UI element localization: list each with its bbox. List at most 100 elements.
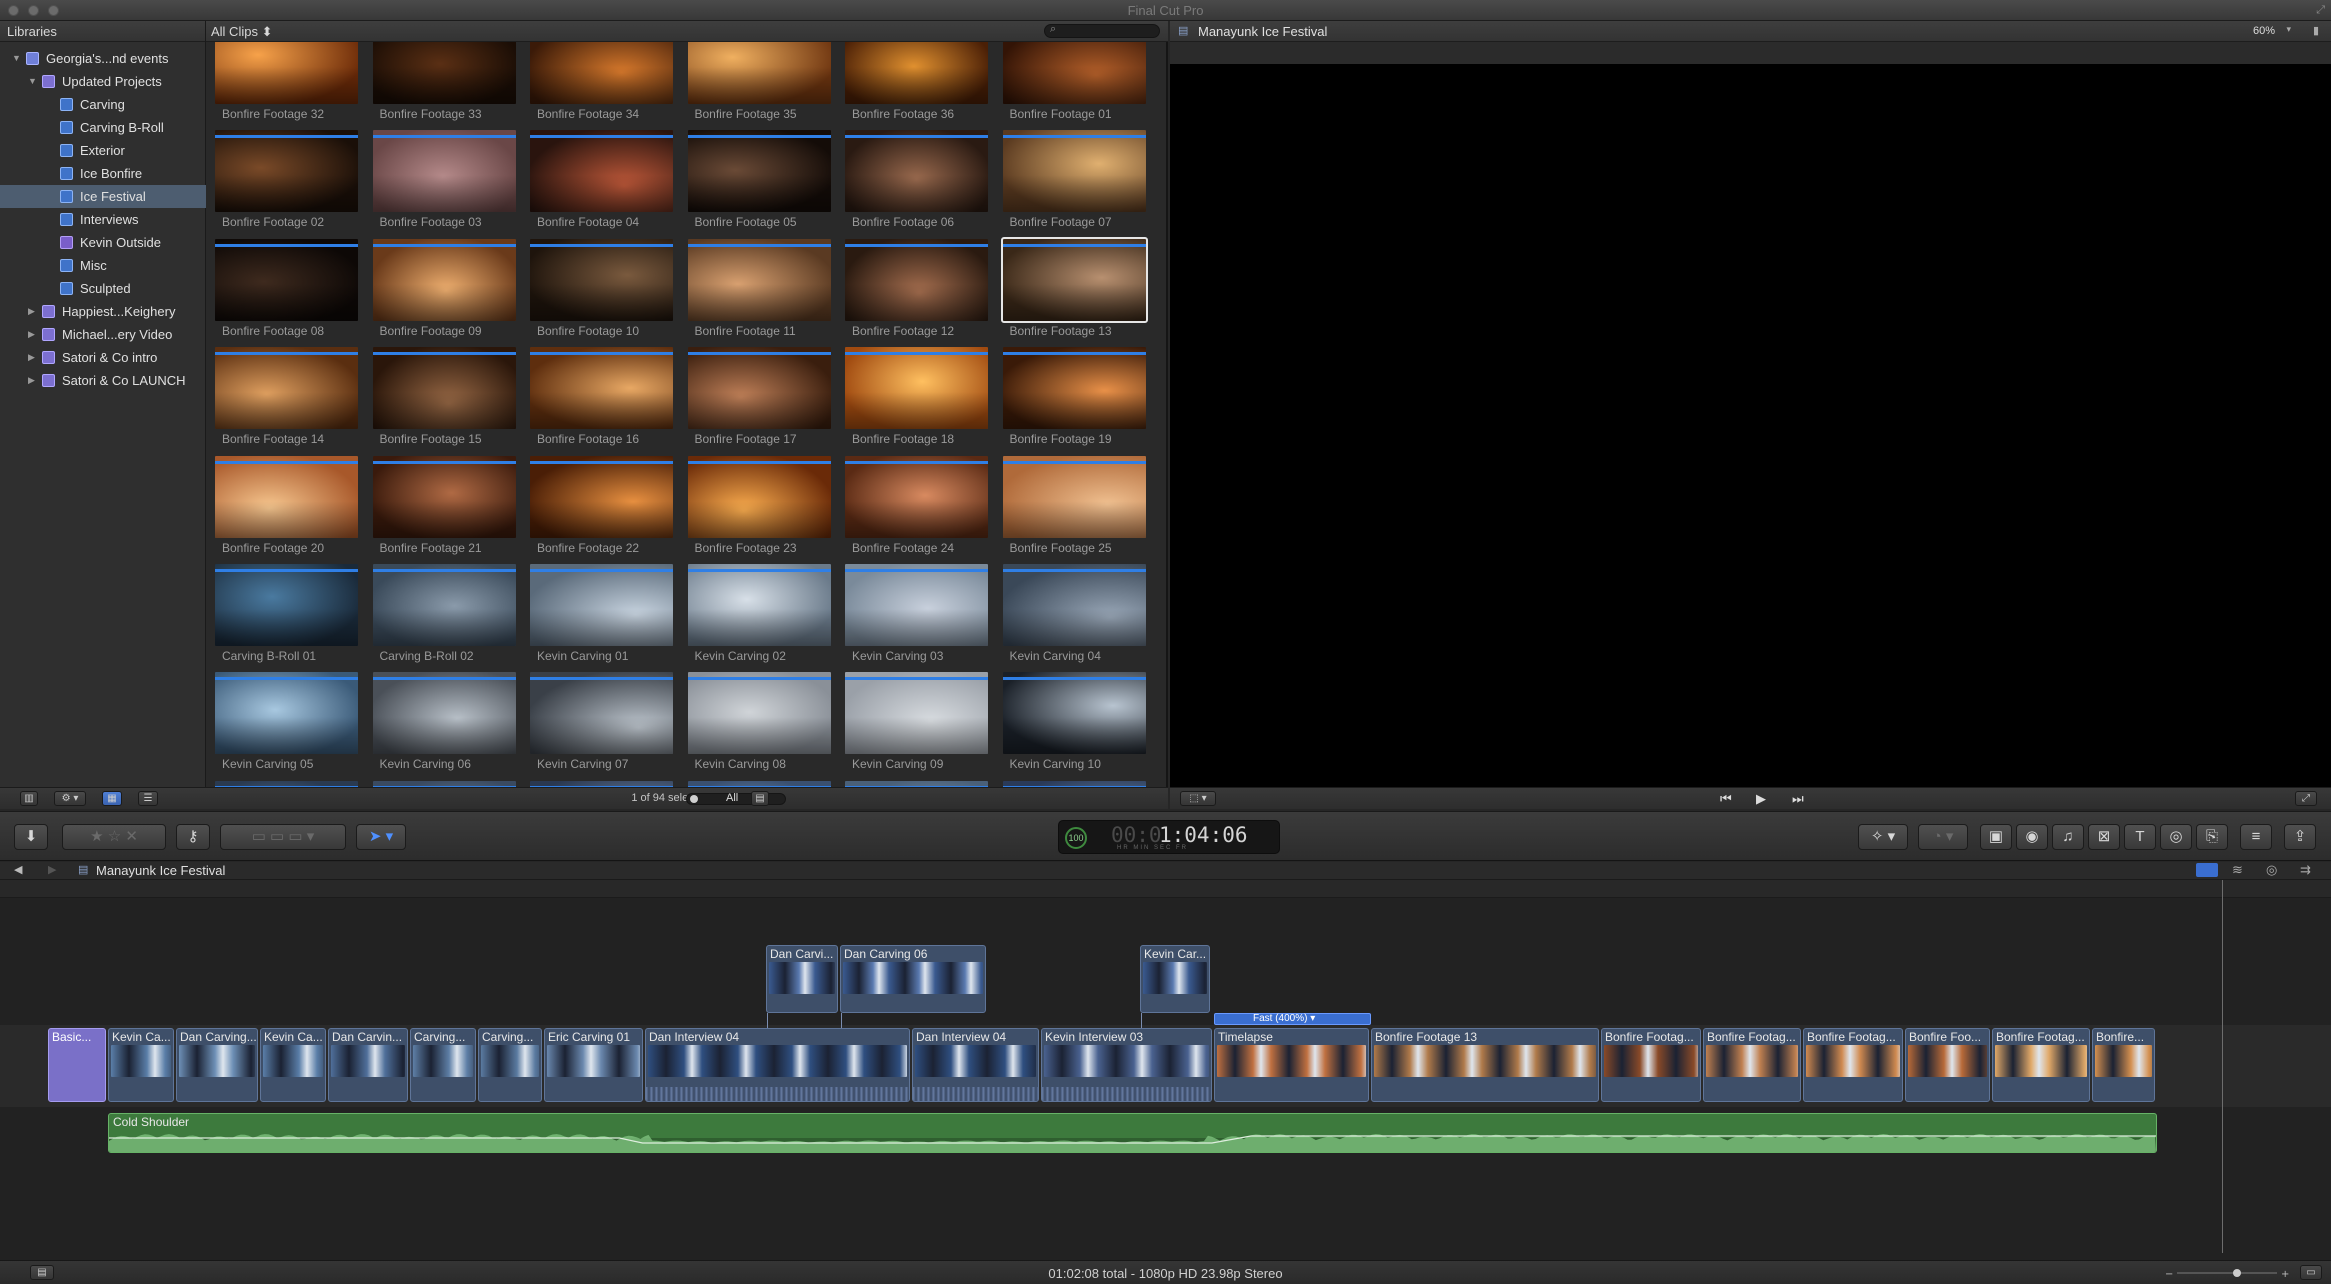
music-browser-icon[interactable]: ♫ [2052, 824, 2084, 850]
disclosure-open-icon[interactable]: ▼ [12, 47, 21, 70]
timeline-clip[interactable]: Bonfire... [2092, 1028, 2155, 1102]
rating-keyword-group[interactable]: ★ ☆ ✕ [62, 824, 166, 850]
disclosure-closed-icon[interactable]: ▶ [28, 323, 35, 346]
clip-thumbnail[interactable] [530, 238, 673, 321]
background-tasks-icon[interactable]: ≡ [2240, 824, 2272, 850]
timeline-clip[interactable]: Dan Interview 04 [645, 1028, 910, 1102]
background-tasks-indicator[interactable]: 100 [1065, 827, 1087, 849]
clip-thumbnail[interactable] [687, 672, 831, 755]
timeline-clip[interactable]: Bonfire Footag... [1992, 1028, 2090, 1102]
clip-thumbnail[interactable] [845, 238, 988, 321]
timeline-clip[interactable]: Bonfire Foo... [1905, 1028, 1990, 1102]
back-icon[interactable]: ◀ [14, 863, 22, 876]
clip-thumbnail[interactable] [215, 564, 358, 646]
select-tool-icon[interactable]: ➤ ▾ [356, 824, 406, 850]
titles-icon[interactable]: T [2124, 824, 2156, 850]
library-item[interactable]: Ice Festival [0, 185, 206, 208]
playhead[interactable] [2222, 880, 2223, 1253]
solo-icon[interactable]: ◎ [2266, 862, 2277, 878]
clip-thumbnail[interactable] [1002, 130, 1146, 213]
clip-thumbnail[interactable] [845, 347, 988, 430]
inspector-icon[interactable]: ▣ [1980, 824, 2012, 850]
clip-thumbnail[interactable] [372, 130, 516, 213]
timeline-clip[interactable]: Bonfire Footag... [1703, 1028, 1801, 1102]
clip-thumbnail[interactable] [530, 42, 673, 104]
timeline-clip[interactable]: Timelapse [1214, 1028, 1369, 1102]
transitions-icon[interactable]: ⊠ [2088, 824, 2120, 850]
timeline-clip[interactable]: Eric Carving 01 [544, 1028, 643, 1102]
clip-thumbnail[interactable] [372, 238, 516, 321]
timeline[interactable]: Basic... Kevin Ca... Dan Carving... Kevin C… [0, 880, 2331, 1260]
library-item[interactable]: Misc [0, 254, 206, 277]
library-item[interactable]: Carving B-Roll [0, 116, 206, 139]
library-item[interactable]: Carving [0, 93, 206, 116]
clip-thumbnail[interactable] [530, 672, 673, 755]
connected-clip[interactable]: Dan Carving 06 [840, 945, 986, 1013]
clip-thumbnail[interactable] [215, 347, 358, 430]
retime-bar[interactable]: Fast (400%) ▾ [1214, 1013, 1371, 1025]
keyword-icon[interactable]: ⚷ [176, 824, 210, 850]
clip-thumbnail[interactable] [687, 130, 831, 213]
clip-thumbnail[interactable] [687, 347, 831, 430]
fullscreen-playback-icon[interactable]: ⤢ [2295, 791, 2317, 806]
clip-thumbnail[interactable] [215, 130, 358, 213]
clip-thumbnail[interactable] [372, 564, 516, 646]
clip-thumbnail[interactable] [530, 130, 673, 213]
timeline-clip[interactable]: Kevin Ca... [260, 1028, 326, 1102]
timeline-clip[interactable]: Bonfire Footag... [1803, 1028, 1903, 1102]
toggle-libraries-icon[interactable]: ▥ [20, 791, 38, 806]
disclosure-closed-icon[interactable]: ▶ [28, 300, 35, 323]
fullscreen-icon[interactable]: ⤢ [2316, 4, 2325, 17]
previous-edit-icon[interactable]: ⏮ [1720, 791, 1732, 807]
clip-thumbnail[interactable] [372, 347, 516, 430]
library-item[interactable]: Interviews [0, 208, 206, 231]
clip-thumbnail[interactable] [372, 455, 516, 538]
clip-thumbnail[interactable] [845, 564, 988, 646]
disclosure-closed-icon[interactable]: ▶ [28, 346, 35, 369]
library-item[interactable]: ▶ Satori & Co LAUNCH [0, 369, 206, 392]
clip-thumbnail[interactable] [845, 130, 988, 213]
next-edit-icon[interactable]: ⏭ [1792, 791, 1804, 807]
share-icon[interactable]: ⇪ [2284, 824, 2316, 850]
clip-thumbnail[interactable] [1002, 347, 1146, 430]
chevron-down-icon[interactable]: ▾ [2286, 24, 2291, 35]
timeline-clip[interactable]: Dan Interview 04 [912, 1028, 1039, 1102]
clip-thumbnail[interactable] [687, 238, 831, 321]
clip-thumbnail[interactable] [845, 455, 988, 538]
clip-filter-menu[interactable]: All Clips ⬍ [211, 24, 272, 40]
audio-skimming-icon[interactable]: ≋ [2232, 862, 2243, 878]
viewer-zoom-menu[interactable]: 60% [2253, 25, 2275, 37]
snapping-icon[interactable]: ⇉ [2300, 862, 2311, 878]
clip-thumbnail[interactable] [845, 42, 988, 104]
browser-search-field[interactable]: ⌕ [1044, 23, 1160, 38]
timeline-clip[interactable]: Bonfire Footag... [1601, 1028, 1701, 1102]
timeline-clip[interactable]: Bonfire Footage 13 [1371, 1028, 1599, 1102]
clip-thumbnail[interactable] [215, 672, 358, 755]
clip-thumbnail[interactable] [687, 455, 831, 538]
clip-thumbnail[interactable] [530, 564, 673, 646]
timeline-clip[interactable]: Kevin Interview 03 [1041, 1028, 1212, 1102]
themes-icon[interactable]: ⎘ [2196, 824, 2228, 850]
disclosure-closed-icon[interactable]: ▶ [28, 369, 35, 392]
edit-buttons-group[interactable]: ▭ ▭ ▭ ▾ [220, 824, 346, 850]
clip-thumbnail[interactable] [215, 238, 358, 321]
view-options-icon[interactable]: ▮ [2313, 24, 2319, 37]
clip-thumbnail[interactable] [1002, 564, 1146, 646]
timeline-clip[interactable]: Kevin Ca... [108, 1028, 174, 1102]
clip-thumbnail[interactable] [687, 42, 831, 104]
timeline-ruler[interactable] [0, 880, 2331, 898]
clip-thumbnail[interactable] [215, 455, 358, 538]
timeline-clip[interactable]: Carving... [478, 1028, 542, 1102]
library-item[interactable]: ▼ Georgia's...nd events [0, 47, 206, 70]
forward-icon[interactable]: ▶ [48, 863, 56, 876]
library-item[interactable]: ▶ Michael...ery Video [0, 323, 206, 346]
timeline-zoom-slider[interactable]: − + [2165, 1267, 2295, 1279]
timeline-clip[interactable]: Dan Carvin... [328, 1028, 408, 1102]
disclosure-open-icon[interactable]: ▼ [28, 70, 37, 93]
play-icon[interactable]: ▶ [1756, 791, 1766, 807]
library-item[interactable]: ▶ Satori & Co intro [0, 346, 206, 369]
import-icon[interactable]: ⬇ [14, 824, 48, 850]
clip-thumbnail[interactable] [1002, 455, 1146, 538]
list-view-button[interactable]: ☰ [138, 791, 158, 806]
clip-thumbnail[interactable] [1002, 42, 1146, 104]
